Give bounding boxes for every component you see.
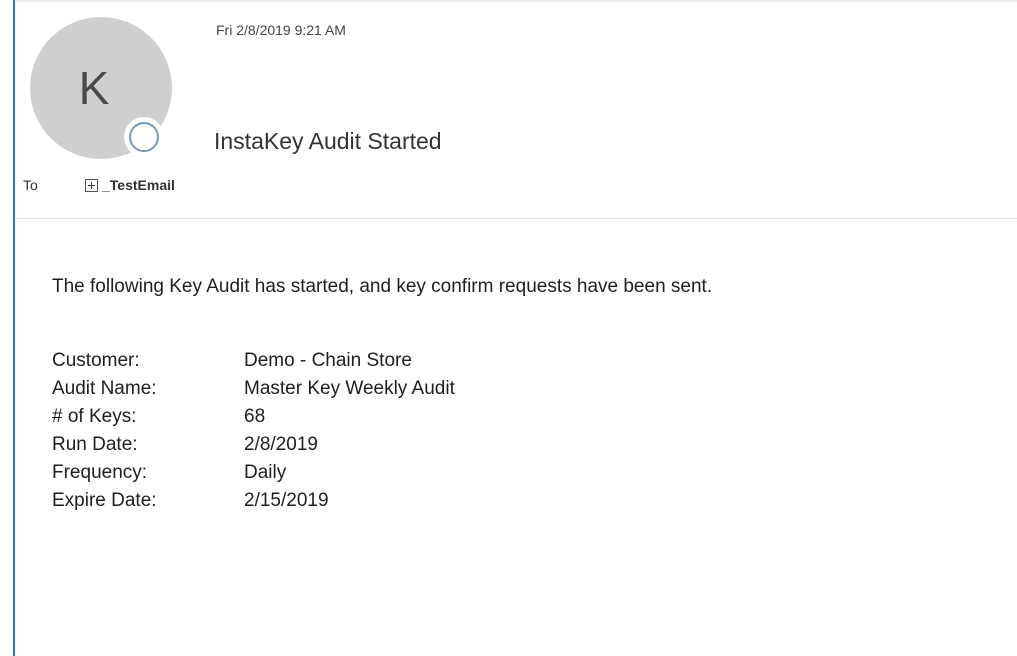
detail-value: Daily (244, 462, 287, 483)
expand-group-icon[interactable] (85, 178, 98, 192)
detail-row-expire-date: Expire Date: 2/15/2019 (52, 487, 455, 515)
detail-value: 68 (244, 406, 266, 427)
sent-datetime: Fri 2/8/2019 9:21 AM (216, 22, 346, 38)
detail-label: Frequency: (52, 462, 148, 483)
recipient[interactable]: _TestEmail (102, 177, 175, 193)
presence-ring-icon (129, 122, 159, 152)
detail-label: Audit Name: (52, 378, 157, 399)
email-subject: InstaKey Audit Started (214, 128, 442, 154)
detail-value: Master Key Weekly Audit (244, 378, 455, 399)
to-row: To _TestEmail (23, 175, 175, 195)
detail-row-run-date: Run Date: 2/8/2019 (52, 431, 455, 459)
detail-row-frequency: Frequency: Daily (52, 459, 455, 487)
detail-row-audit-name: Audit Name: Master Key Weekly Audit (52, 375, 455, 403)
audit-details: Customer: Demo - Chain Store Audit Name:… (52, 347, 455, 515)
body-intro: The following Key Audit has started, and… (52, 276, 713, 297)
avatar-initial: K (78, 62, 110, 114)
detail-label: Customer: (52, 350, 140, 371)
detail-value: 2/15/2019 (244, 490, 329, 511)
header-divider (15, 218, 1017, 219)
detail-label: # of Keys: (52, 406, 137, 427)
detail-row-customer: Customer: Demo - Chain Store (52, 347, 455, 375)
email-reading-pane: K Fri 2/8/2019 9:21 AM InstaKey Audit St… (0, 0, 1017, 656)
to-label: To (23, 177, 38, 193)
presence-indicator (124, 117, 164, 157)
detail-value: Demo - Chain Store (244, 350, 412, 371)
accent-edge (13, 0, 15, 656)
top-shadow (15, 0, 1017, 3)
detail-row-key-count: # of Keys: 68 (52, 403, 455, 431)
detail-value: 2/8/2019 (244, 434, 318, 455)
detail-label: Run Date: (52, 434, 138, 455)
detail-label: Expire Date: (52, 490, 157, 511)
